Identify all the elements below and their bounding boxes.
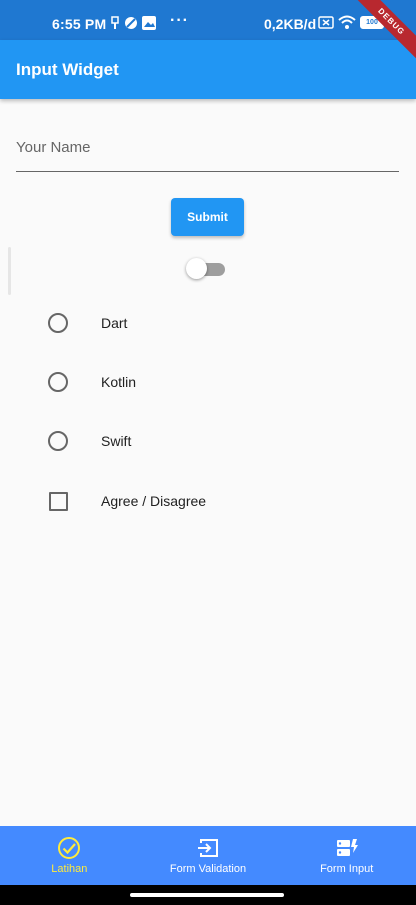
radio-button[interactable] [36,421,80,461]
radio-option-dart[interactable]: Dart [36,303,376,343]
nav-item-form-validation[interactable]: Form Validation [139,826,278,885]
input-icon [195,835,221,861]
nav-label: Form Validation [169,863,247,875]
home-gesture-handle[interactable] [130,893,284,897]
more-notifications-icon: ··· [170,12,189,29]
radio-label: Dart [101,315,128,331]
scroll-indicator [8,247,11,295]
bottom-navigation: Latihan Form Validation Form Input [0,826,416,885]
checkbox[interactable] [36,481,80,521]
radio-unchecked-icon [48,313,68,333]
radio-option-swift[interactable]: Swift [36,421,376,461]
submit-button[interactable]: Submit [171,198,244,236]
checkbox-label: Agree / Disagree [101,493,207,509]
radio-button[interactable] [36,362,80,402]
system-navigation-bar [0,885,416,905]
radio-option-kotlin[interactable]: Kotlin [36,362,376,402]
status-time: 6:55 PM [52,16,107,32]
sim-off-icon [318,15,334,29]
network-speed: 0,2KB/d [264,16,317,32]
image-icon [142,16,156,30]
dynamic-form-icon [334,835,360,861]
radio-unchecked-icon [48,372,68,392]
data-saver-icon [125,17,137,29]
toggle-switch[interactable] [186,258,226,280]
radio-label: Swift [101,433,132,449]
app-bar: Input Widget [0,40,416,99]
radio-unchecked-icon [48,431,68,451]
status-bar: 6:55 PM ··· 0,2KB/d 100 [0,0,416,40]
radio-button[interactable] [36,303,80,343]
page-title: Input Widget [16,60,119,79]
radio-label: Kotlin [101,374,137,390]
usb-icon [111,16,119,29]
nav-label: Latihan [51,863,88,875]
switch-thumb [186,258,207,279]
nav-label: Form Input [320,863,374,875]
notification-icons [110,15,156,31]
nav-item-form-input[interactable]: Form Input [277,826,416,885]
wifi-icon [338,15,356,29]
name-input[interactable] [16,123,399,172]
checkbox-option-agree[interactable]: Agree / Disagree [36,481,376,521]
check-circle-icon [56,835,82,861]
checkbox-unchecked-icon [48,491,68,511]
nav-item-latihan[interactable]: Latihan [0,826,139,885]
